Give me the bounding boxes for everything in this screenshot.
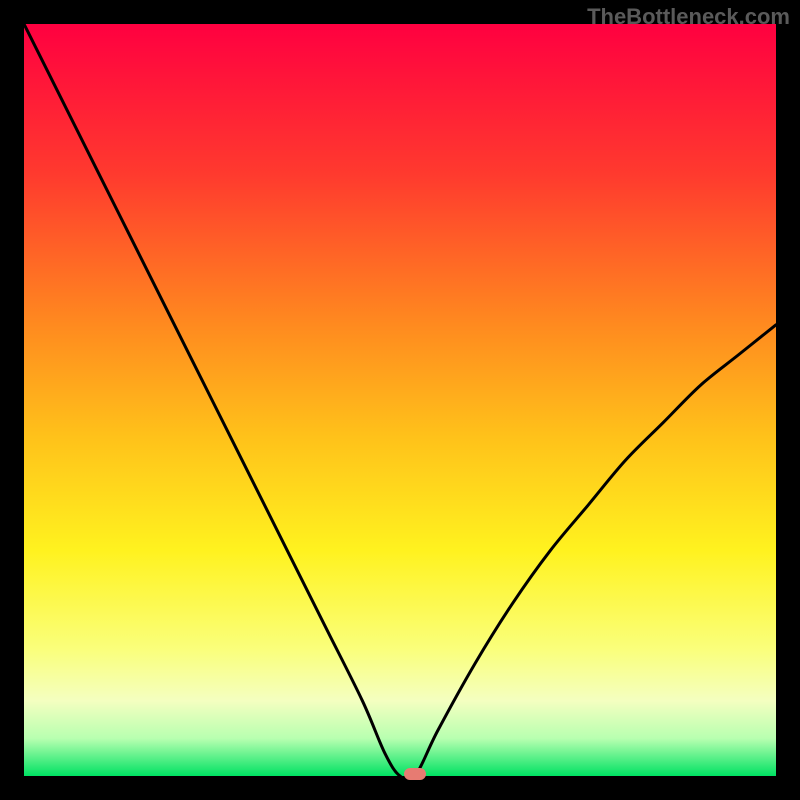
watermark-text: TheBottleneck.com [587,4,790,30]
chart-frame: TheBottleneck.com [0,0,800,800]
bottleneck-chart [24,24,776,776]
chart-background [24,24,776,776]
sweet-spot-marker [404,768,426,780]
